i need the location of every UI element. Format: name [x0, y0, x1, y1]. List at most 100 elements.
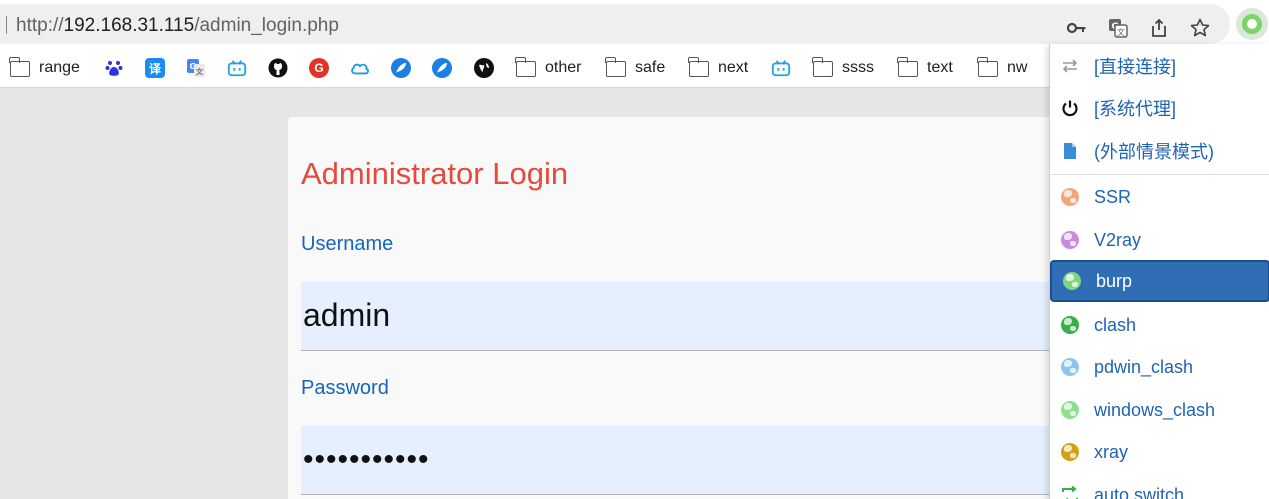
menu-item-label: [直接连接] — [1094, 57, 1177, 77]
bookmark-safe[interactable]: safe — [605, 56, 666, 80]
baidu-icon — [104, 58, 124, 78]
menu-item-ssr[interactable]: SSR — [1050, 176, 1269, 218]
url-field[interactable]: http://192.168.31.115/admin_login.php G文 — [0, 4, 1230, 44]
google-translate-icon: G文 — [186, 58, 206, 78]
menu-item-label: windows_clash — [1094, 399, 1216, 420]
url-path: /admin_login.php — [194, 15, 339, 36]
menu-separator — [1050, 174, 1269, 175]
globe-icon — [1061, 188, 1079, 206]
svg-text:文: 文 — [196, 67, 204, 76]
bookmark-nw[interactable]: nw — [977, 56, 1028, 80]
folder-icon — [9, 57, 30, 77]
bookmark-label: text — [927, 59, 953, 76]
bookmark-google-translate[interactable]: G文 — [186, 56, 206, 80]
power-icon — [1060, 98, 1080, 118]
globe-icon — [1061, 358, 1079, 376]
bookmark-label: ssss — [842, 59, 874, 76]
menu-item-auto-switch[interactable]: auto switch — [1050, 474, 1269, 499]
red-g-icon: G — [309, 58, 329, 78]
menu-item-label: [系统代理] — [1094, 99, 1177, 119]
folder-icon — [977, 57, 998, 77]
bilibili-icon — [771, 58, 791, 78]
folder-icon — [688, 57, 709, 77]
github-icon — [268, 58, 288, 78]
bookmark-label: range — [39, 59, 80, 76]
bookmark-bilibili-2[interactable] — [771, 56, 791, 80]
password-value: ••••••••••• — [303, 443, 430, 476]
menu-item-label: burp — [1096, 270, 1133, 291]
url-scheme: http:// — [16, 15, 64, 36]
direct-arrows-icon — [1060, 56, 1080, 76]
menu-item-v2ray[interactable]: V2ray — [1050, 219, 1269, 261]
auto-switch-icon — [1060, 485, 1080, 499]
bookmark-label: safe — [635, 59, 666, 76]
bookmark-label: next — [718, 59, 749, 76]
key-icon[interactable] — [1063, 14, 1091, 42]
url-host: 192.168.31.115 — [63, 15, 195, 36]
bookmark-ssss[interactable]: ssss — [812, 56, 874, 80]
bookmark-red-g[interactable]: G — [309, 56, 329, 80]
bookmark-text[interactable]: text — [897, 56, 953, 80]
share-icon[interactable] — [1145, 14, 1173, 42]
page-title: Administrator Login — [301, 156, 569, 191]
globe-icon — [1061, 401, 1079, 419]
password-label: Password — [301, 377, 389, 399]
address-bar: http://192.168.31.115/admin_login.php G文 — [0, 0, 1269, 48]
globe-icon — [1061, 231, 1079, 249]
globe-icon — [1063, 272, 1081, 290]
url-text[interactable]: http://192.168.31.115/admin_login.php — [16, 15, 339, 37]
file-icon — [1060, 141, 1080, 161]
folder-icon — [515, 57, 536, 77]
menu-item-external-profile[interactable]: (外部情景模式) — [1050, 130, 1269, 172]
bookmark-bilibili[interactable] — [227, 56, 247, 80]
username-value: admin — [303, 297, 391, 333]
proxy-extension-button[interactable] — [1236, 8, 1268, 40]
menu-item-pdwin-clash[interactable]: pdwin_clash — [1050, 346, 1269, 388]
bookmark-next[interactable]: next — [688, 56, 749, 80]
bookmark-cloud[interactable] — [350, 56, 370, 80]
bookmark-feather-1[interactable] — [391, 56, 411, 80]
menu-item-label: xray — [1094, 441, 1129, 462]
folder-icon — [897, 57, 918, 77]
bookmark-label: nw — [1007, 59, 1028, 76]
password-input[interactable]: ••••••••••• — [301, 426, 1058, 495]
menu-item-label: (外部情景模式) — [1094, 142, 1214, 162]
menu-item-windows-clash[interactable]: windows_clash — [1050, 389, 1269, 431]
cloud-icon — [350, 58, 370, 78]
svg-text:文: 文 — [1117, 27, 1125, 37]
globe-icon — [1061, 316, 1079, 334]
bookmark-translate[interactable]: 译 — [145, 56, 165, 80]
bookmark-baidu[interactable] — [104, 56, 124, 80]
translate-icon: 译 — [145, 58, 165, 78]
bookmark-star-icon[interactable] — [1186, 14, 1214, 42]
menu-item-label: SSR — [1094, 186, 1132, 207]
username-label: Username — [301, 233, 394, 255]
folder-icon — [812, 57, 833, 77]
bookmark-other[interactable]: other — [515, 56, 582, 80]
bookmark-globe[interactable] — [474, 56, 494, 80]
bookmark-range[interactable]: range — [9, 56, 80, 80]
menu-item-clash[interactable]: clash — [1050, 304, 1269, 346]
menu-item-system-proxy[interactable]: [系统代理] — [1050, 87, 1269, 129]
menu-item-label: pdwin_clash — [1094, 356, 1194, 377]
menu-item-burp[interactable]: burp — [1050, 260, 1269, 302]
text-cursor — [6, 16, 7, 34]
bookmark-feather-2[interactable] — [432, 56, 452, 80]
feather-icon — [391, 58, 411, 78]
folder-icon — [605, 57, 626, 77]
menu-item-label: clash — [1094, 314, 1137, 335]
feather-icon — [432, 58, 452, 78]
bookmark-github[interactable] — [268, 56, 288, 80]
menu-item-xray[interactable]: xray — [1050, 431, 1269, 473]
bilibili-icon — [227, 58, 247, 78]
translate-icon[interactable]: G文 — [1104, 14, 1132, 42]
globe-icon — [1061, 443, 1079, 461]
menu-item-direct[interactable]: [直接连接] — [1050, 45, 1269, 87]
proxy-status-icon — [1242, 14, 1262, 34]
globe-icon — [474, 58, 494, 78]
menu-item-label: auto switch — [1094, 484, 1185, 499]
proxy-menu: [直接连接] [系统代理] (外部情景模式) SSR V2ray burp cl… — [1049, 44, 1269, 499]
username-input[interactable]: admin — [301, 282, 1058, 351]
menu-item-label: V2ray — [1094, 229, 1142, 250]
bookmark-label: other — [545, 59, 582, 76]
